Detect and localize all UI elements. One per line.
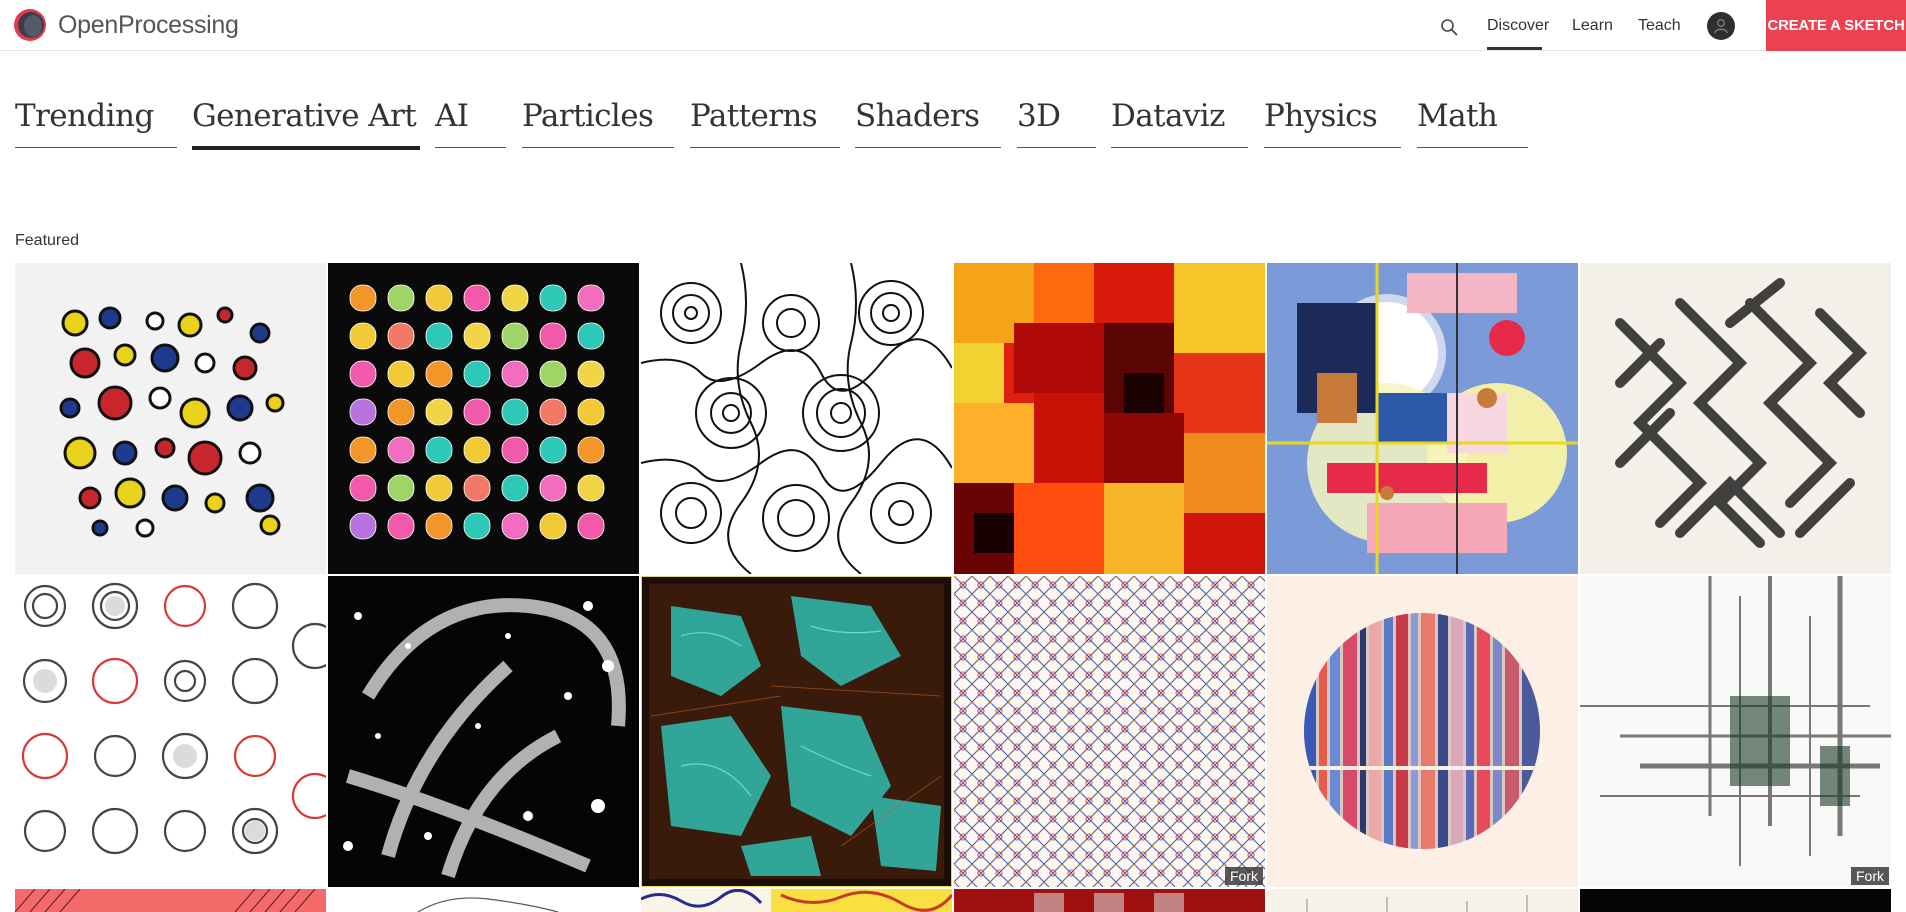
sketch-thumbnail[interactable]: [1267, 576, 1578, 887]
sketch-thumbnail[interactable]: [641, 263, 952, 574]
sketch-thumbnail[interactable]: [1580, 263, 1891, 574]
nav-learn-link[interactable]: Learn: [1572, 17, 1613, 35]
fork-badge: Fork: [1225, 867, 1263, 885]
create-sketch-button[interactable]: CREATE A SKETCH: [1766, 0, 1906, 51]
user-avatar[interactable]: [1707, 12, 1735, 40]
sketch-thumbnail[interactable]: [954, 263, 1265, 574]
tab-3d[interactable]: 3D: [1017, 92, 1096, 148]
tab-physics[interactable]: Physics: [1264, 92, 1401, 148]
user-icon: [1714, 19, 1728, 34]
logo-text: OpenProcessing: [58, 10, 239, 39]
sketch-thumbnail[interactable]: [328, 576, 639, 887]
search-icon[interactable]: [1440, 18, 1458, 36]
sketch-thumbnail[interactable]: [15, 263, 326, 574]
top-navbar: OpenProcessing Discover Learn Teach CREA…: [0, 0, 1906, 51]
sketch-thumbnail[interactable]: [328, 263, 639, 574]
section-title: Featured: [15, 232, 80, 249]
sketch-thumbnail[interactable]: [15, 576, 326, 887]
tab-shaders[interactable]: Shaders: [855, 92, 1001, 148]
logo-icon: [14, 9, 50, 41]
sketch-thumbnail[interactable]: [15, 889, 326, 912]
fork-badge: Fork: [1851, 867, 1889, 885]
sketch-thumbnail[interactable]: [954, 889, 1265, 912]
tab-patterns[interactable]: Patterns: [690, 92, 840, 148]
tab-ai[interactable]: AI: [435, 92, 506, 148]
sketch-thumbnail[interactable]: [328, 889, 639, 912]
sketch-thumbnail[interactable]: Fork: [1580, 576, 1891, 887]
active-nav-underline: [1487, 47, 1542, 50]
sketch-thumbnail[interactable]: Fork: [954, 576, 1265, 887]
sketch-thumbnail[interactable]: [1267, 889, 1578, 912]
tab-dataviz[interactable]: Dataviz: [1111, 92, 1248, 148]
nav-discover-link[interactable]: Discover: [1487, 17, 1549, 35]
nav-teach-link[interactable]: Teach: [1638, 17, 1681, 35]
tab-particles[interactable]: Particles: [522, 92, 674, 148]
sketch-thumbnail[interactable]: [641, 576, 952, 887]
tab-trending[interactable]: Trending: [15, 92, 177, 148]
tab-generative-art[interactable]: Generative Art: [192, 92, 420, 150]
sketch-thumbnail[interactable]: [1580, 889, 1891, 912]
tab-math[interactable]: Math: [1417, 92, 1528, 148]
openprocessing-logo[interactable]: OpenProcessing: [14, 9, 239, 41]
sketch-thumbnail[interactable]: [1267, 263, 1578, 574]
sketch-thumbnail[interactable]: [641, 889, 952, 912]
